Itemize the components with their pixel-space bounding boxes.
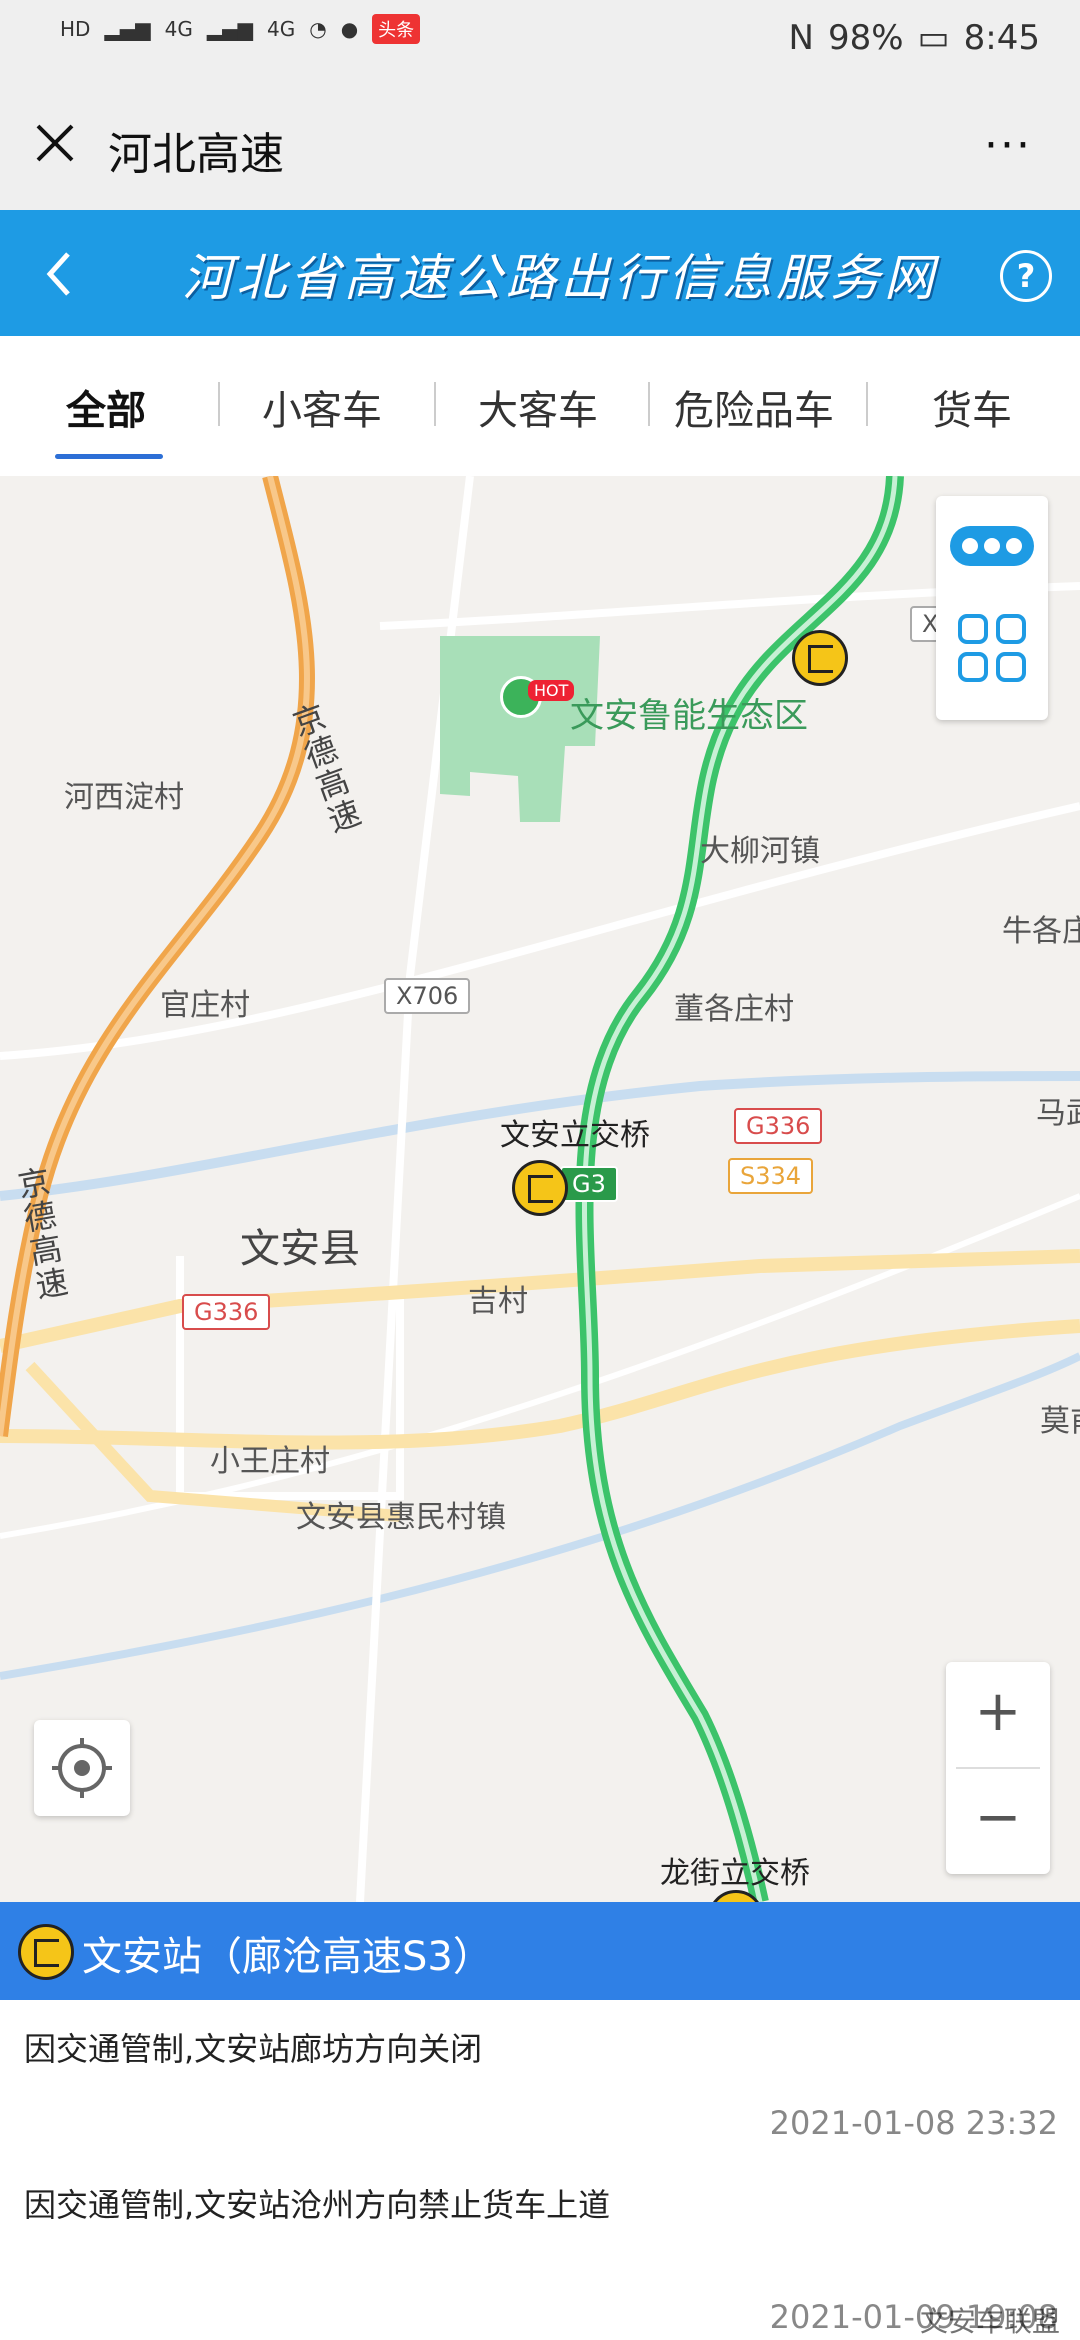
notice-text: 因交通管制,文安站沧州方向禁止货车上道: [24, 2186, 611, 2224]
tab-truck[interactable]: 货车: [932, 378, 1012, 436]
map-label-village: 小王庄村: [210, 1444, 330, 1479]
status-left: HD ▂▄▆ 4G ▂▄▆ 4G ◔ ● 头条: [60, 14, 421, 44]
close-icon[interactable]: [30, 118, 80, 168]
map-label-village: 官庄村: [160, 988, 250, 1023]
locate-icon: [52, 1738, 112, 1798]
map-label-county: 文安县: [240, 1226, 360, 1272]
network-4g-1: 4G: [164, 17, 193, 41]
map-label-village: 河西淀村: [64, 780, 184, 815]
map-view[interactable]: 文安鲁能生态区 HOT 河西淀村 大柳河镇 牛各庄 官庄村 董各庄村 马武 文安…: [0, 476, 1080, 1902]
help-icon[interactable]: ?: [1000, 250, 1052, 302]
battery-icon: ▭: [917, 18, 950, 58]
station-title: 文安站（廊沧高速S3）: [82, 1934, 493, 1980]
zoom-out-button[interactable]: −: [946, 1768, 1050, 1872]
tab-divider: [434, 382, 436, 426]
zoom-in-button[interactable]: +: [946, 1662, 1050, 1766]
road-shield: G3: [560, 1166, 618, 1202]
status-bar: HD ▂▄▆ 4G ▂▄▆ 4G ◔ ● 头条 N 98% ▭ 8:45: [0, 0, 1080, 80]
notice-time: 2021-01-08 23:32: [769, 2104, 1058, 2142]
tab-divider: [218, 382, 220, 426]
map-label-village: 吉村: [468, 1284, 528, 1319]
clock: 8:45: [963, 18, 1040, 58]
map-tools-panel: [936, 496, 1048, 720]
map-label-town: 文安县惠民村镇: [296, 1500, 506, 1535]
map-label-interchange[interactable]: 龙街立交桥: [660, 1848, 810, 1892]
map-label-town: 大柳河镇: [700, 834, 820, 869]
tab-divider: [648, 382, 650, 426]
tab-all[interactable]: 全部: [66, 378, 146, 436]
signal-icon-2: ▂▄▆: [206, 17, 253, 41]
page-title: 河北高速: [108, 129, 284, 180]
active-tab-indicator: [55, 454, 163, 459]
vehicle-tabs: 全部 小客车 大客车 危险品车 货车: [0, 336, 1080, 476]
map-label-poi[interactable]: 文安鲁能生态区: [570, 688, 808, 737]
banner-title: 河北省高速公路出行信息服务网: [182, 249, 938, 307]
road-shield: X706: [384, 978, 471, 1014]
network-4g-2: 4G: [267, 17, 296, 41]
title-bar: 河北高速 ···: [0, 80, 1080, 210]
station-info-header: 文安站（廊沧高速S3）: [0, 1902, 1080, 2000]
site-banner: 河北省高速公路出行信息服务网 ?: [0, 210, 1080, 336]
battery-percent: 98%: [827, 18, 904, 58]
road-shield: G336: [734, 1108, 823, 1144]
more-menu-icon[interactable]: ···: [984, 120, 1032, 171]
tab-small-car[interactable]: 小客车: [262, 378, 382, 436]
watermark: 文安车联盟: [919, 2305, 1060, 2338]
traffic-layer-icon[interactable]: [950, 526, 1034, 566]
toll-station-icon[interactable]: [792, 630, 848, 686]
wechat-icon: ●: [340, 17, 359, 41]
hd-indicator: HD: [60, 17, 91, 41]
toll-station-icon[interactable]: [512, 1160, 568, 1216]
toll-station-icon: [18, 1924, 74, 1980]
wifi-icon: ◔: [309, 17, 327, 41]
status-right: N 98% ▭ 8:45: [789, 18, 1041, 58]
grid-menu-icon[interactable]: [958, 614, 1026, 682]
map-label-village: 牛各庄: [1002, 914, 1080, 949]
tab-bus[interactable]: 大客车: [478, 378, 598, 436]
map-label-village: 董各庄村: [674, 992, 794, 1027]
road-shield: G336: [182, 1294, 271, 1330]
tab-hazmat[interactable]: 危险品车: [674, 378, 834, 436]
hot-badge: HOT: [528, 680, 575, 701]
locate-button[interactable]: [34, 1720, 130, 1816]
notice-text: 因交通管制,文安站廊坊方向关闭: [24, 2030, 483, 2068]
back-icon[interactable]: [38, 244, 78, 304]
nfc-icon: N: [788, 18, 814, 58]
signal-icon: ▂▄▆: [104, 17, 151, 41]
tab-divider: [866, 382, 868, 426]
toutiao-badge: 头条: [372, 14, 421, 44]
map-label-village: 莫甫: [1040, 1404, 1080, 1439]
map-label-village: 马武: [1036, 1096, 1080, 1131]
zoom-controls: + −: [946, 1662, 1050, 1874]
road-shield: S334: [728, 1158, 814, 1194]
map-label-interchange[interactable]: 文安立交桥: [500, 1110, 650, 1154]
